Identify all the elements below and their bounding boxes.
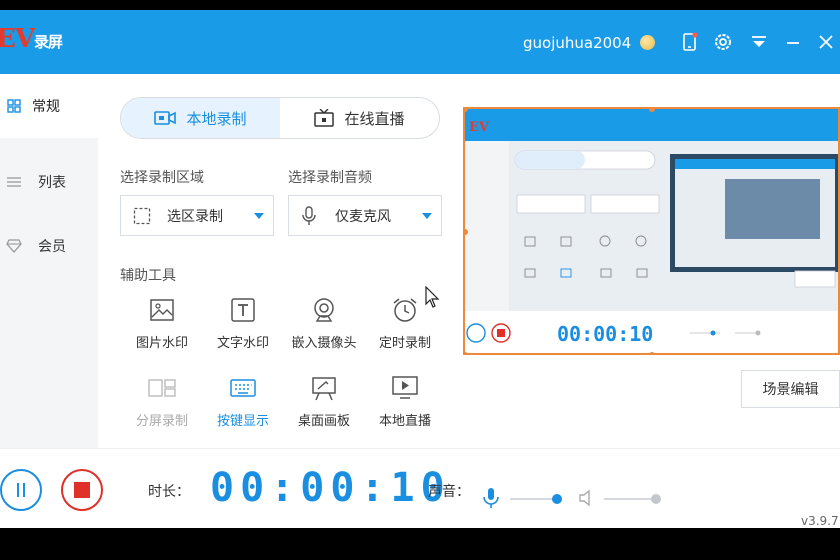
mic-volume-knob[interactable] — [551, 494, 562, 504]
mouse-cursor-icon — [425, 286, 440, 308]
sound-label: 声音： — [428, 484, 470, 500]
chevron-down-icon — [254, 213, 264, 219]
tool-local-live[interactable]: 本地直播 — [363, 374, 447, 438]
title-bar: EV录屏 guojuhua2004 — [0, 10, 840, 74]
menu-icon[interactable] — [749, 32, 769, 52]
sidebar-item-member[interactable]: 会员 — [0, 214, 98, 278]
tool-label: 桌面画板 — [297, 414, 350, 429]
tab-label: 在线直播 — [344, 109, 405, 128]
tool-webcam[interactable]: 嵌入摄像头 — [282, 296, 366, 360]
sidebar-item-list[interactable]: 列表 — [0, 150, 98, 214]
tool-label: 文字水印 — [216, 336, 269, 351]
duration-timer: 00:00:10 — [210, 465, 451, 511]
image-icon — [148, 296, 176, 324]
tool-split-screen[interactable]: 分屏录制 — [120, 374, 204, 438]
diamond-icon — [4, 236, 24, 256]
speaker-volume-knob[interactable] — [651, 494, 661, 504]
grid-icon — [4, 96, 24, 116]
tool-desktop-board[interactable]: 桌面画板 — [282, 374, 366, 438]
audio-label: 选择录制音频 — [288, 170, 372, 186]
speaker-icon[interactable] — [578, 489, 594, 511]
region-dashed-icon — [133, 207, 155, 225]
monitor-play-icon — [391, 374, 419, 402]
mode-tabs: 本地录制 在线直播 — [120, 97, 440, 139]
stop-button[interactable] — [61, 469, 103, 511]
region-select[interactable]: 选区录制 — [120, 195, 274, 236]
sidebar-item-label: 会员 — [38, 239, 66, 255]
tool-keystroke-display[interactable]: 按键显示 — [201, 374, 285, 438]
text-icon — [229, 296, 257, 324]
username[interactable]: guojuhua2004 — [523, 34, 631, 52]
list-icon — [4, 172, 24, 192]
resize-handle[interactable] — [649, 352, 655, 353]
minimize-icon[interactable] — [783, 32, 803, 52]
phone-icon[interactable] — [680, 32, 700, 52]
tool-label: 分屏录制 — [135, 414, 188, 429]
sidebar: 常规 列表 会员 — [0, 74, 98, 448]
alarm-icon — [391, 296, 419, 324]
easel-icon — [310, 374, 338, 402]
mic-icon — [301, 205, 323, 226]
preview-thumbnail: EV 00:00:10 — [465, 109, 838, 353]
resize-handle[interactable] — [465, 352, 468, 353]
svg-text:EV: EV — [469, 120, 490, 135]
split-screen-icon — [148, 374, 176, 402]
svg-text:00:00:10: 00:00:10 — [557, 322, 653, 346]
tab-live-stream[interactable]: 在线直播 — [280, 98, 439, 138]
close-icon[interactable] — [816, 32, 836, 52]
audio-value: 仅麦克风 — [335, 208, 391, 225]
sidebar-item-label: 常规 — [32, 99, 60, 115]
version-label: v3.9.7 — [801, 514, 839, 528]
settings-icon[interactable] — [713, 32, 733, 52]
keyboard-icon — [229, 374, 257, 402]
control-bar: 时长： 00:00:10 声音： v3.9.7 — [0, 448, 840, 528]
sidebar-item-general[interactable]: 常规 — [0, 74, 98, 138]
pause-button[interactable] — [0, 469, 42, 511]
region-value: 选区录制 — [167, 208, 223, 225]
tool-label: 按键显示 — [216, 414, 269, 429]
tv-icon — [314, 109, 335, 127]
chevron-down-icon — [422, 213, 432, 219]
coin-icon[interactable] — [640, 35, 655, 50]
tool-image-watermark[interactable]: 图片水印 — [120, 296, 204, 360]
app-logo: EV录屏 — [0, 24, 63, 54]
tool-label: 嵌入摄像头 — [291, 336, 357, 351]
webcam-icon — [310, 296, 338, 324]
stop-icon — [74, 482, 90, 498]
tab-local-record[interactable]: 本地录制 — [121, 98, 280, 138]
mic-icon[interactable] — [482, 487, 500, 513]
duration-label: 时长： — [148, 484, 190, 500]
speaker-volume-slider[interactable] — [604, 498, 656, 500]
tool-label: 本地直播 — [378, 414, 431, 429]
tool-label: 图片水印 — [135, 336, 188, 351]
tab-label: 本地录制 — [186, 109, 247, 128]
app-window: EV录屏 guojuhua2004 常规 列表 会员 本地录制 在线直播 选择录… — [0, 10, 840, 528]
audio-select[interactable]: 仅麦克风 — [288, 195, 442, 236]
pause-icon — [17, 483, 25, 497]
tool-label: 定时录制 — [378, 336, 431, 351]
sidebar-item-label: 列表 — [38, 175, 66, 191]
scene-edit-button[interactable]: 场景编辑 — [741, 370, 840, 408]
tool-text-watermark[interactable]: 文字水印 — [201, 296, 285, 360]
tools-label: 辅助工具 — [120, 268, 176, 284]
recording-preview[interactable]: EV 00:00:10 — [463, 107, 840, 355]
region-label: 选择录制区域 — [120, 170, 204, 186]
video-icon — [154, 110, 177, 126]
